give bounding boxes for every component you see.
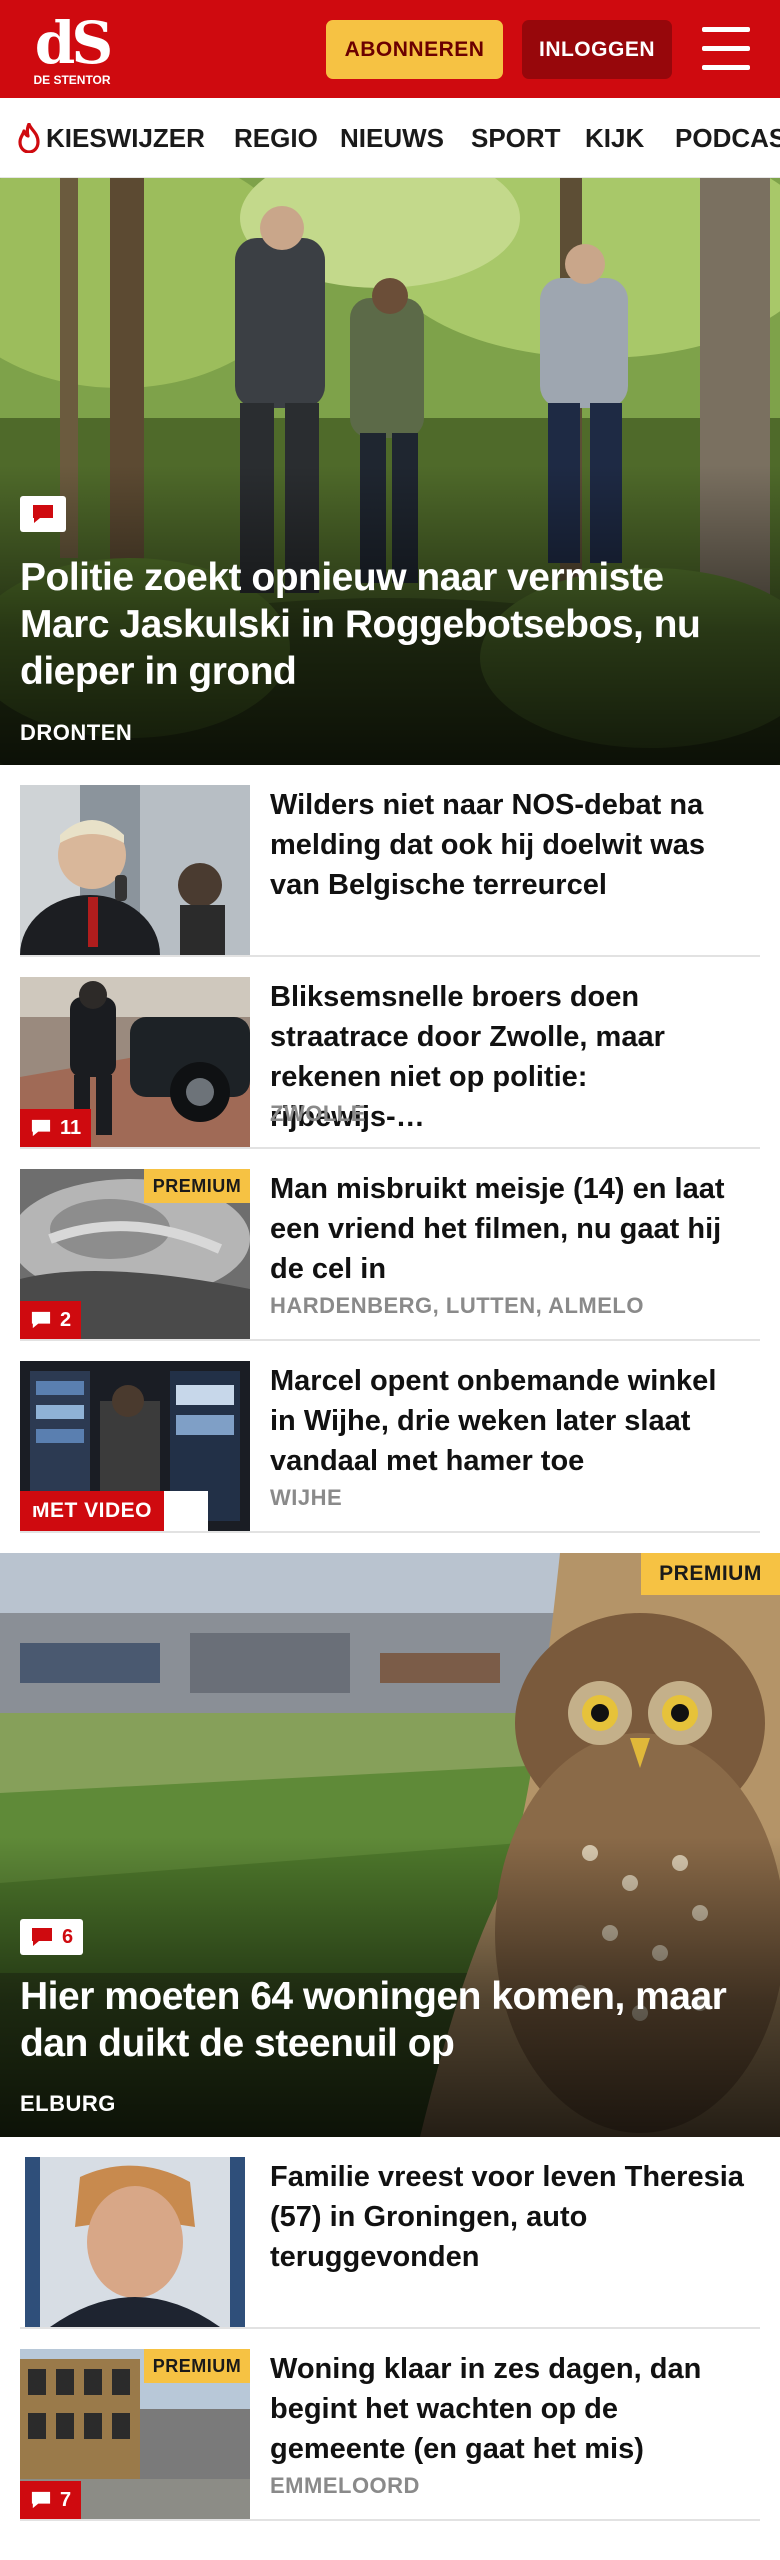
list-item[interactable]: PREMIUM 7 Woning klaar in zes dagen, dan… bbox=[20, 2349, 760, 2521]
article-place: WIJHE bbox=[270, 1485, 343, 1510]
article-thumbnail bbox=[20, 2157, 250, 2327]
comment-badge: 7 bbox=[20, 2481, 82, 2519]
comment-badge: 11 bbox=[20, 1109, 92, 1147]
premium-badge: PREMIUM bbox=[641, 1553, 780, 1595]
nav-item-podcast[interactable]: PODCAST bbox=[675, 98, 780, 177]
premium-badge: PREMIUM bbox=[144, 1169, 250, 1203]
logo[interactable]: dS DE STENTOR bbox=[30, 14, 114, 88]
article-place: ZWOLLE bbox=[270, 1101, 366, 1126]
article-place: HARDENBERG, LUTTEN, ALMELO bbox=[270, 1293, 644, 1318]
section-nav: KIESWIJZER REGIO NIEUWS SPORT KIJK PODCA… bbox=[0, 98, 780, 178]
comment-icon bbox=[32, 1928, 52, 1946]
premium-badge: PREMIUM bbox=[144, 2349, 250, 2383]
comment-badge bbox=[20, 496, 66, 532]
list-item[interactable]: PREMIUM 2 Man misbruikt meisje (14) en l… bbox=[20, 1169, 760, 1341]
comment-icon bbox=[22, 1493, 42, 1511]
comment-icon bbox=[31, 1119, 51, 1137]
hamburger-icon[interactable] bbox=[702, 27, 750, 71]
article-title[interactable]: Man misbruikt meisje (14) en laat een vr… bbox=[270, 1169, 750, 1289]
comment-badge: 2 bbox=[20, 1301, 82, 1339]
article-place: EMMELOORD bbox=[270, 2473, 420, 2498]
comment-badge: 6 bbox=[20, 1919, 84, 1955]
article-thumbnail: PREMIUM 2 bbox=[20, 1169, 250, 1339]
nav-item-label: KIESWIJZER bbox=[46, 122, 205, 153]
comment-icon bbox=[31, 1311, 51, 1329]
hero-title[interactable]: Hier moeten 64 woningen komen, maar dan … bbox=[20, 1973, 750, 2067]
article-title[interactable]: Wilders niet naar NOS-debat na melding d… bbox=[270, 785, 750, 905]
hero-article[interactable]: Politie zoekt opnieuw naar vermiste Marc… bbox=[0, 178, 780, 765]
logo-mark: dS bbox=[34, 9, 113, 77]
comment-icon bbox=[31, 2491, 51, 2509]
list-item[interactable]: 11 Bliksemsnelle broers doen straatrace … bbox=[20, 977, 760, 1149]
video-badge: MET VIDEO bbox=[20, 1491, 209, 1531]
comment-count: 7 bbox=[60, 2488, 72, 2511]
nav-item-regio[interactable]: REGIO bbox=[234, 98, 318, 177]
nav-item-nieuws[interactable]: NIEUWS bbox=[340, 98, 444, 177]
nav-item-kieswijzer[interactable]: KIESWIJZER bbox=[16, 98, 205, 177]
nav-item-label: NIEUWS bbox=[340, 122, 444, 153]
hero-place: DRONTEN bbox=[20, 720, 133, 745]
list-item[interactable]: Familie vreest voor leven Theresia (57) … bbox=[20, 2157, 760, 2329]
logo-text: DE STENTOR bbox=[33, 73, 111, 87]
article-thumbnail bbox=[20, 785, 250, 955]
article-title[interactable]: Marcel opent onbemande winkel in Wijhe, … bbox=[270, 1361, 750, 1481]
comment-count: 11 bbox=[60, 1116, 82, 1139]
nav-item-label: PODCAST bbox=[675, 122, 780, 153]
comment-count: 6 bbox=[62, 1925, 74, 1948]
login-button[interactable]: INLOGGEN bbox=[522, 20, 672, 79]
article-thumbnail: 11 bbox=[20, 977, 250, 1147]
flame-icon bbox=[18, 123, 40, 153]
article-thumbnail: PREMIUM 7 bbox=[20, 2349, 250, 2519]
article-thumbnail: MET VIDEO bbox=[20, 1361, 250, 1531]
list-item[interactable]: MET VIDEO Marcel opent onbemande winkel … bbox=[20, 1361, 760, 1533]
comment-icon bbox=[33, 505, 53, 523]
article-title[interactable]: Familie vreest voor leven Theresia (57) … bbox=[270, 2157, 750, 2277]
nav-item-sport[interactable]: SPORT bbox=[471, 98, 561, 177]
nav-item-kijk[interactable]: KIJK bbox=[585, 98, 645, 177]
nav-item-label: KIJK bbox=[585, 122, 645, 153]
hero-title[interactable]: Politie zoekt opnieuw naar vermiste Marc… bbox=[20, 554, 750, 695]
list-item[interactable]: Wilders niet naar NOS-debat na melding d… bbox=[20, 785, 760, 957]
comment-count: 2 bbox=[60, 1308, 72, 1331]
article-title[interactable]: Woning klaar in zes dagen, dan begint he… bbox=[270, 2349, 750, 2469]
top-bar: dS DE STENTOR ABONNEREN INLOGGEN bbox=[0, 0, 780, 98]
hero-article[interactable]: PREMIUM 6 Hier moeten 64 woningen komen,… bbox=[0, 1553, 780, 2137]
subscribe-button[interactable]: ABONNEREN bbox=[326, 20, 503, 79]
nav-item-label: SPORT bbox=[471, 122, 561, 153]
comment-badge bbox=[22, 1491, 209, 1531]
nav-item-label: REGIO bbox=[234, 122, 318, 153]
hero-place: ELBURG bbox=[20, 2091, 116, 2116]
